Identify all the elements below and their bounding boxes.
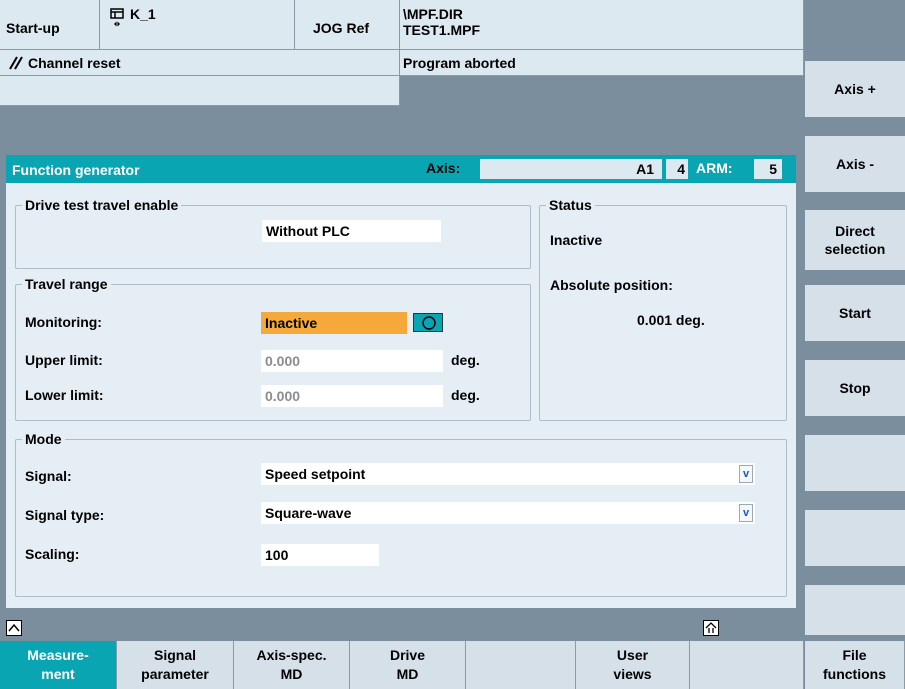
right-header-blank <box>804 0 905 50</box>
signal-type-value: Square-wave <box>265 505 352 521</box>
jog-mode-label: JOG Ref <box>313 20 370 36</box>
softkey-vertical-6[interactable] <box>804 435 905 491</box>
softkey-vertical-8[interactable] <box>804 585 905 635</box>
channel-window-icon <box>110 8 124 35</box>
drive-test-value[interactable]: Without PLC <box>262 220 441 242</box>
mode-cell: Start-up <box>0 0 100 50</box>
status-state: Inactive <box>550 232 603 248</box>
position-value: 0.001 deg. <box>637 312 705 328</box>
jog-cell: JOG Ref <box>295 0 400 50</box>
lower-limit-label: Lower limit: <box>25 387 104 403</box>
softkey-file-functions[interactable]: File functions <box>804 641 905 689</box>
axis-field[interactable]: A1 <box>480 159 662 179</box>
etc-icon[interactable] <box>703 620 719 639</box>
signal-type-select[interactable]: Square-wave v <box>261 502 755 524</box>
mode-group: Mode Signal: Speed setpoint v Signal typ… <box>15 431 787 597</box>
lower-limit-field[interactable]: 0.000 <box>261 385 443 407</box>
scaling-label: Scaling: <box>25 546 80 562</box>
monitoring-label: Monitoring: <box>25 314 102 330</box>
function-title: Function generator <box>12 162 140 178</box>
recall-icon[interactable] <box>6 620 22 639</box>
program-cell: \MPF.DIR TEST1.MPF <box>400 0 804 50</box>
mode-title: Mode <box>22 431 65 447</box>
upper-limit-unit: deg. <box>451 352 480 368</box>
function-bar: Function generator Axis: A1 4 ARM: 5 <box>6 155 796 183</box>
monitoring-circle-icon <box>421 315 437 334</box>
softkey-signal-parameter[interactable]: Signal parameter <box>117 641 234 689</box>
softkey-axis-plus[interactable]: Axis + <box>804 61 905 117</box>
status-group: Status Inactive Absolute position: 0.001… <box>539 197 787 421</box>
channel-name: K_1 <box>130 6 156 22</box>
channel-status-text: Channel reset <box>28 55 121 71</box>
program-path-line2: TEST1.MPF <box>403 22 481 38</box>
softkey-axis-minus[interactable]: Axis - <box>804 136 905 192</box>
arm-number: 5 <box>769 161 777 177</box>
lower-limit-unit: deg. <box>451 387 480 403</box>
softkey-start[interactable]: Start <box>804 285 905 341</box>
softkey-vertical-7[interactable] <box>804 510 905 566</box>
signal-value: Speed setpoint <box>265 466 366 482</box>
drive-test-title: Drive test travel enable <box>22 197 182 213</box>
channel-cell: K_1 <box>100 0 295 50</box>
position-label: Absolute position: <box>550 277 673 293</box>
signal-label: Signal: <box>25 468 72 484</box>
drive-test-group: Drive test travel enable Without PLC <box>15 197 531 269</box>
program-path-line1: \MPF.DIR <box>403 6 463 22</box>
signal-select[interactable]: Speed setpoint v <box>261 463 755 485</box>
arm-label: ARM: <box>696 160 733 176</box>
program-status-text: Program aborted <box>403 55 516 71</box>
softkey-axis-spec-md[interactable]: Axis-spec. MD <box>234 641 350 689</box>
axis-number-field[interactable]: 4 <box>666 159 688 179</box>
softkey-measurement[interactable]: Measure-ment <box>0 641 117 689</box>
monitoring-value[interactable]: Inactive <box>261 312 407 334</box>
main-panel: Drive test travel enable Without PLC Sta… <box>6 183 796 608</box>
recall-bar <box>0 615 804 641</box>
signal-type-dropdown-icon[interactable]: v <box>739 504 753 522</box>
arm-field[interactable]: 5 <box>754 159 782 179</box>
monitoring-toggle-button[interactable] <box>413 313 443 332</box>
axis-name: A1 <box>636 161 654 177</box>
signal-type-label: Signal type: <box>25 507 105 523</box>
program-status-cell: Program aborted <box>400 50 804 76</box>
axis-label: Axis: <box>426 160 461 176</box>
upper-limit-field[interactable]: 0.000 <box>261 350 443 372</box>
softkey-horizontal-5[interactable] <box>466 641 576 689</box>
travel-range-title: Travel range <box>22 276 111 292</box>
channel-reset-icon <box>8 56 24 73</box>
softkey-horizontal-7[interactable] <box>690 641 804 689</box>
softkey-drive-md[interactable]: Drive MD <box>350 641 466 689</box>
signal-dropdown-icon[interactable]: v <box>739 465 753 483</box>
softkey-user-views[interactable]: User views <box>576 641 690 689</box>
alarm-line <box>0 76 400 106</box>
softkey-direct-selection[interactable]: Direct selection <box>804 210 905 270</box>
channel-status-cell: Channel reset <box>0 50 400 76</box>
mode-label: Start-up <box>6 20 60 36</box>
scaling-field[interactable]: 100 <box>261 544 379 566</box>
travel-range-group: Travel range Monitoring: Inactive Upper … <box>15 276 531 421</box>
status-title: Status <box>546 197 595 213</box>
axis-number: 4 <box>677 161 685 177</box>
softkey-stop[interactable]: Stop <box>804 360 905 416</box>
upper-limit-label: Upper limit: <box>25 352 103 368</box>
